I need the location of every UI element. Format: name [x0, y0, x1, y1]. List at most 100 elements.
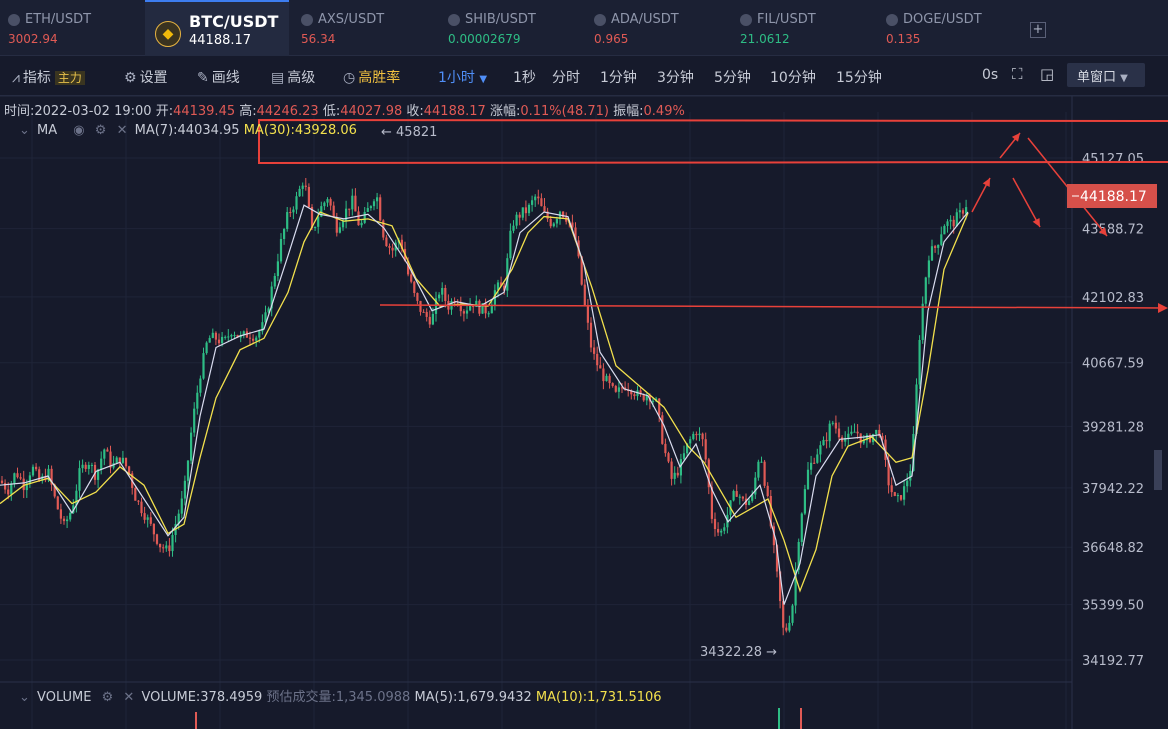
candle-body — [757, 461, 760, 478]
ma7-line — [0, 204, 969, 605]
candle-body — [162, 547, 165, 549]
candle-body — [701, 433, 704, 440]
ma30-line — [0, 211, 969, 593]
candle-body — [527, 204, 531, 214]
volume-value: VOLUME:378.4959 — [141, 690, 263, 705]
candle-body — [927, 260, 930, 278]
candle-body — [661, 415, 664, 444]
candle-body — [317, 216, 320, 227]
candle-body — [372, 201, 376, 207]
candle-body — [800, 513, 803, 542]
close-icon[interactable]: ✕ — [117, 123, 128, 138]
candle-body — [134, 488, 137, 501]
gear-icon[interactable]: ⚙ — [95, 123, 107, 138]
high-value: 44246.23 — [256, 104, 319, 119]
candle-body — [348, 208, 351, 210]
candle-body — [946, 221, 949, 226]
candle-body — [301, 185, 304, 189]
candle-body — [87, 464, 90, 469]
candle-body — [673, 472, 676, 479]
candle-body — [84, 464, 87, 469]
candle-body — [692, 433, 695, 440]
eye-icon[interactable]: ◉ — [73, 123, 84, 138]
ma-legend-name: MA — [37, 123, 58, 138]
drawing-annotations[interactable] — [258, 118, 1168, 313]
volume-pane — [195, 708, 802, 729]
candle-body — [732, 491, 735, 501]
candle-body — [149, 517, 152, 524]
candle-body — [723, 527, 726, 531]
candle-body — [208, 337, 211, 343]
candle-body — [410, 274, 413, 282]
chevron-down-icon[interactable]: ⌄ — [19, 123, 30, 138]
candle-body — [186, 460, 190, 481]
candle-body — [190, 432, 193, 461]
volume-legend: ⌄ VOLUME ⚙ ✕ VOLUME:378.4959 预估成交量:1,345… — [16, 686, 662, 705]
candle-body — [958, 210, 961, 213]
scrollbar-handle[interactable] — [1154, 450, 1162, 490]
y-tick-label: 34192.77 — [1082, 654, 1144, 669]
candle-body — [943, 225, 946, 235]
candle-body — [159, 543, 162, 548]
candle-body — [856, 431, 859, 434]
candle-body — [193, 408, 196, 433]
candle-body — [90, 464, 93, 466]
low-value: 44027.98 — [340, 104, 403, 119]
close-value: 44188.17 — [423, 104, 486, 119]
candle-body — [202, 353, 205, 379]
candle-body — [599, 365, 602, 369]
candle-body — [307, 186, 310, 208]
candle-body — [478, 300, 481, 314]
chevron-down-icon[interactable]: ⌄ — [19, 690, 30, 705]
candle-body — [735, 491, 738, 497]
candle-body — [676, 472, 679, 476]
candle-body — [837, 428, 841, 438]
candle-body — [183, 480, 186, 499]
candle-body — [704, 439, 707, 460]
candle-body — [62, 518, 66, 522]
candle-body — [248, 337, 252, 339]
candle-body — [531, 200, 534, 205]
candle-body — [326, 199, 329, 203]
candle-body — [196, 392, 199, 409]
candle-body — [363, 211, 366, 223]
candle-body — [357, 211, 360, 226]
candle-body — [518, 214, 521, 218]
candle-body — [760, 461, 763, 463]
price-axis[interactable]: 45127.05 43588.72 42102.83 40667.59 39281.28… — [1082, 152, 1144, 669]
candle-body — [921, 303, 924, 340]
candle-body — [611, 383, 614, 386]
high-label: 高: — [239, 104, 257, 119]
candle-body — [512, 225, 515, 231]
candle-body — [103, 449, 106, 459]
y-tick-label: 43588.72 — [1082, 223, 1144, 238]
candle-body — [115, 457, 118, 464]
min-price-label: 34322.28 → — [700, 645, 777, 660]
estimated-volume: 预估成交量:1,345.0988 — [266, 690, 411, 705]
candle-body — [217, 339, 221, 344]
candle-body — [59, 509, 62, 519]
candle-body — [124, 457, 128, 467]
candle-body — [279, 238, 283, 262]
candle-body — [388, 246, 391, 248]
y-tick-label: 39281.28 — [1082, 420, 1144, 435]
candle-body — [428, 316, 431, 325]
candle-body — [233, 334, 236, 336]
candle-body — [521, 207, 524, 218]
candle-body — [903, 486, 906, 500]
candle-body — [31, 466, 35, 476]
candle-body — [413, 281, 416, 293]
candle-body — [940, 234, 943, 245]
candle-body — [825, 439, 828, 442]
y-tick-label: 37942.22 — [1082, 482, 1144, 497]
candle-body — [596, 353, 599, 366]
last-price-value: 44188.17 — [1080, 189, 1147, 205]
gear-icon[interactable]: ⚙ — [102, 690, 114, 705]
candle-body — [199, 378, 202, 393]
candle-body — [81, 464, 84, 469]
candle-body — [137, 500, 140, 502]
close-icon[interactable]: ✕ — [123, 690, 134, 705]
candle-body — [713, 518, 717, 530]
candle-body — [146, 517, 149, 520]
candle-body — [813, 462, 816, 464]
